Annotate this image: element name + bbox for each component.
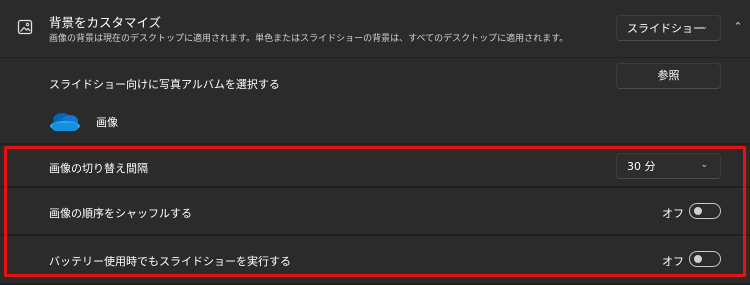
browse-button-label: 参照 [657,69,680,82]
battery-state-text: オフ [662,255,684,268]
page-title: 背景をカスタマイズ [49,15,162,30]
header-description: 画像の背景は現在のデスクトップに適用されます。単色またはスライドショーの背景は、… [49,34,569,44]
toggle-knob [694,207,702,215]
chevron-up-icon[interactable]: ⌃ [728,17,748,37]
browse-button[interactable]: 参照 [616,63,721,89]
interval-dropdown[interactable]: 30 分 ⌄ [616,153,721,179]
interval-value: 30 分 [627,160,656,173]
interval-label: 画像の切り替え間隔 [49,162,148,175]
album-select-label: スライドショー向けに写真アルバムを選択する [49,78,280,91]
picture-icon [17,19,33,35]
shuffle-state-text: オフ [662,207,684,220]
shuffle-toggle[interactable] [689,203,721,219]
background-type-dropdown[interactable]: スライドショー ⌄ [616,15,721,41]
battery-toggle[interactable] [689,251,721,267]
chevron-down-icon: ⌄ [700,160,708,170]
background-type-value: スライドショー [627,22,704,35]
shuffle-label: 画像の順序をシャッフルする [49,207,192,220]
folder-label: 画像 [96,116,118,129]
onedrive-cloud-icon [49,110,81,132]
toggle-knob [694,255,702,263]
chevron-down-icon: ⌄ [700,22,708,32]
background-customize-header[interactable]: 背景をカスタマイズ 画像の背景は現在のデスクトップに適用されます。単色またはスラ… [0,0,750,57]
battery-label: バッテリー使用時でもスライドショーを実行する [49,255,291,268]
